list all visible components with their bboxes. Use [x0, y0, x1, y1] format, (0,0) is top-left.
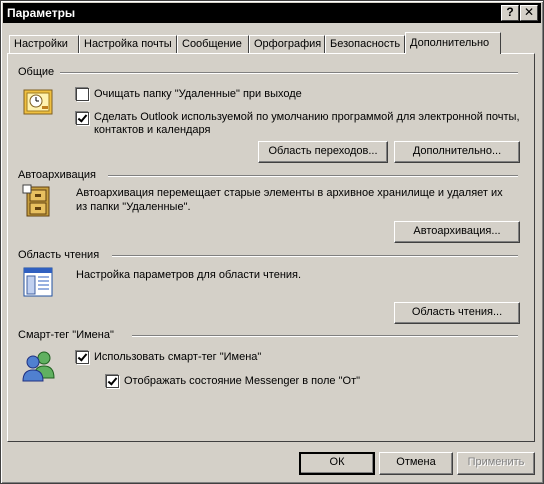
reading-pane-button[interactable]: Область чтения... [394, 302, 520, 324]
tab-strip: Настройки Настройка почты Сообщение Орфо… [7, 32, 537, 54]
archive-cabinet-icon [22, 184, 50, 217]
ok-button[interactable]: ОК [299, 452, 375, 475]
close-button[interactable]: ✕ [520, 5, 538, 21]
use-smart-tag-checkbox[interactable] [76, 351, 89, 364]
empty-deleted-checkbox[interactable] [76, 88, 89, 101]
reading-pane-icon [23, 267, 53, 297]
advanced-options-button[interactable]: Дополнительно... [394, 141, 520, 163]
tab-security[interactable]: Безопасность [325, 35, 405, 53]
tab-label: Дополнительно [410, 37, 490, 49]
navigation-pane-button[interactable]: Область переходов... [258, 141, 388, 163]
window-title: Параметры [7, 6, 76, 20]
tab-label: Орфография [254, 38, 322, 50]
apply-button[interactable]: Применить [457, 452, 535, 475]
tab-advanced[interactable]: Дополнительно [405, 32, 501, 54]
help-icon: ? [506, 5, 514, 19]
tab-label: Настройки [14, 38, 68, 50]
section-heading-smart-tag: Смарт-тег "Имена" [18, 329, 114, 341]
section-divider [60, 72, 518, 74]
general-settings-icon [23, 89, 53, 115]
help-button[interactable]: ? [501, 5, 519, 21]
tab-panel: Общие Очищать папку "Удаленные" при выхо… [7, 53, 535, 442]
section-divider [112, 255, 518, 257]
people-icon [22, 351, 55, 382]
reading-pane-description: Настройка параметров для области чтения. [76, 269, 302, 281]
section-divider [132, 335, 518, 337]
default-outlook-label-line1[interactable]: Сделать Outlook используемой по умолчани… [94, 111, 520, 123]
autoarchive-description-line2: из папки "Удаленные". [76, 201, 191, 213]
tab-message[interactable]: Сообщение [177, 35, 249, 53]
tab-mail-setup[interactable]: Настройка почты [79, 35, 177, 53]
section-divider [108, 175, 518, 177]
cancel-button[interactable]: Отмена [379, 452, 453, 475]
autoarchive-button[interactable]: Автоархивация... [394, 221, 520, 243]
show-messenger-checkbox[interactable] [106, 375, 119, 388]
close-icon: ✕ [523, 5, 535, 19]
tab-label: Сообщение [182, 38, 242, 50]
use-smart-tag-label[interactable]: Использовать смарт-тег "Имена" [94, 351, 261, 363]
tab-label: Настройка почты [84, 38, 172, 50]
default-outlook-checkbox[interactable] [76, 112, 89, 125]
default-outlook-label-line2[interactable]: контактов и календаря [94, 124, 211, 136]
title-bar: Параметры ? ✕ [3, 3, 541, 23]
tab-label: Безопасность [330, 38, 401, 50]
empty-deleted-label[interactable]: Очищать папку "Удаленные" при выходе [94, 88, 302, 100]
section-heading-reading-pane: Область чтения [18, 249, 100, 261]
section-heading-autoarchive: Автоархивация [18, 169, 96, 181]
options-dialog: Параметры ? ✕ Настройки Настройка почты … [0, 0, 544, 484]
autoarchive-description-line1: Автоархивация перемещает старые элементы… [76, 187, 503, 199]
tab-settings[interactable]: Настройки [9, 35, 79, 53]
section-heading-general: Общие [18, 66, 55, 78]
tab-spelling[interactable]: Орфография [249, 35, 325, 53]
show-messenger-label[interactable]: Отображать состояние Messenger в поле "О… [124, 375, 360, 387]
